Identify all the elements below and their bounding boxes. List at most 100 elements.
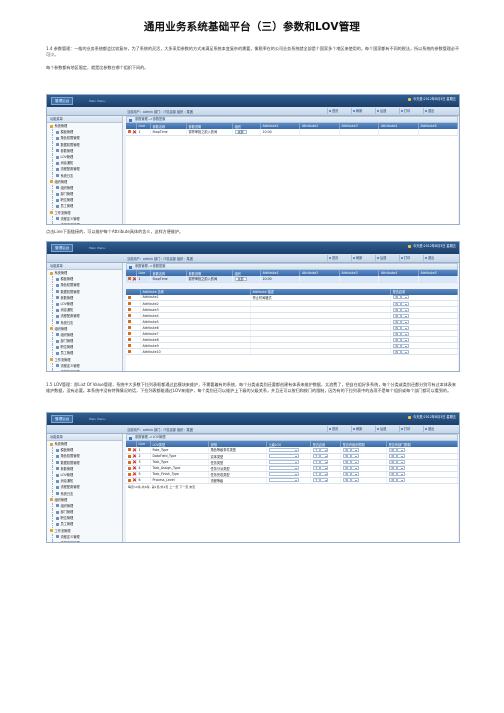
dept-limit-select[interactable]: N	[386, 477, 458, 484]
chevron-down-icon[interactable]	[320, 472, 329, 476]
sidebar-item[interactable]: 流程实例管理	[47, 369, 122, 371]
edit-icon[interactable]	[128, 302, 131, 305]
refresh-button[interactable]: 刷新	[351, 426, 373, 432]
edit-icon[interactable]	[128, 344, 131, 347]
edit-icon[interactable]	[128, 448, 131, 452]
chevron-down-icon[interactable]	[350, 460, 359, 464]
chevron-down-icon[interactable]	[400, 301, 409, 306]
chevron-down-icon[interactable]	[400, 295, 409, 300]
exit-button[interactable]: 退出	[423, 426, 445, 432]
delete-icon[interactable]	[133, 455, 136, 458]
page-icon	[56, 155, 59, 159]
chevron-down-icon[interactable]	[396, 472, 405, 476]
chevron-down-icon[interactable]	[396, 460, 405, 464]
chevron-down-icon[interactable]	[320, 454, 329, 458]
print-button[interactable]: 打印	[399, 108, 421, 114]
delete-icon[interactable]	[133, 448, 136, 451]
print-button[interactable]: 打印	[399, 426, 421, 432]
delete-icon[interactable]	[133, 277, 136, 280]
chevron-down-icon[interactable]	[400, 349, 409, 354]
chevron-down-icon[interactable]	[400, 325, 409, 330]
chevron-down-icon[interactable]	[268, 460, 299, 464]
chevron-down-icon[interactable]	[400, 343, 409, 348]
chevron-down-icon[interactable]	[268, 454, 299, 458]
chevron-down-icon[interactable]	[396, 447, 405, 452]
table-row[interactable]: 6 Process_Level 流程等级 Y N N	[126, 477, 458, 484]
chevron-down-icon[interactable]	[400, 331, 409, 336]
refresh-button[interactable]: 刷新	[351, 108, 373, 114]
chevron-down-icon[interactable]	[400, 313, 409, 318]
edit-icon[interactable]	[128, 454, 131, 458]
chevron-down-icon[interactable]	[400, 319, 409, 324]
edit-icon[interactable]	[128, 308, 131, 311]
chevron-down-icon[interactable]	[350, 454, 359, 458]
sidebar-tree: 系统管理 模板管理 角色权限管理 数据权限管理 参数管理 LOV管理 消息通知 流程配置管理系…	[47, 270, 122, 371]
line-link[interactable]: 1	[136, 129, 151, 136]
sidebar-item[interactable]: 流程实例管理	[47, 222, 122, 224]
back-button[interactable]: 后退	[375, 255, 397, 261]
chevron-down-icon[interactable]	[396, 478, 405, 482]
delete-icon[interactable]	[133, 467, 136, 470]
home-button[interactable]: 首页	[327, 108, 349, 114]
home-button[interactable]: 首页	[327, 255, 349, 261]
exit-button[interactable]: 退出	[423, 255, 445, 261]
chevron-down-icon[interactable]	[320, 478, 329, 482]
exit-button[interactable]: 退出	[423, 108, 445, 114]
table-row[interactable]: 1 StopTime 暂停审批之前入的间 总部 10:00	[126, 129, 458, 136]
chevron-down-icon[interactable]	[350, 466, 359, 470]
delete-icon[interactable]	[133, 473, 136, 476]
delete-icon[interactable]	[133, 461, 136, 464]
chevron-down-icon[interactable]	[268, 447, 299, 452]
back-button[interactable]: 后退	[375, 108, 397, 114]
line-link[interactable]: 6	[136, 477, 151, 484]
chevron-down-icon[interactable]	[350, 472, 359, 476]
attribute3-value	[339, 129, 379, 136]
pagination[interactable]: 每页10条,共6条, 第1页/共1页 上一页 下一页 末页	[126, 484, 458, 490]
org-limit-select[interactable]: N	[340, 477, 387, 484]
edit-icon[interactable]	[128, 295, 131, 299]
edit-icon[interactable]	[128, 350, 131, 353]
chevron-down-icon[interactable]	[268, 466, 299, 470]
edit-icon[interactable]	[128, 130, 131, 134]
print-button[interactable]: 打印	[399, 255, 421, 261]
page-icon	[56, 321, 59, 325]
table-row[interactable]: Attribute10 N	[126, 348, 458, 355]
enabled-select[interactable]: Y	[310, 477, 341, 484]
chevron-down-icon[interactable]	[400, 307, 409, 312]
sidebar-item-label: 流程实例管理	[60, 541, 80, 543]
attribute1-value: 10:00	[260, 129, 300, 136]
chevron-down-icon[interactable]	[320, 460, 329, 464]
chevron-down-icon[interactable]	[350, 478, 359, 482]
edit-icon[interactable]	[128, 332, 131, 335]
edit-icon[interactable]	[128, 472, 131, 476]
line-link[interactable]: 1	[136, 276, 151, 283]
edit-icon[interactable]	[128, 277, 131, 281]
parent-lov-select[interactable]	[266, 477, 311, 484]
edit-icon[interactable]	[128, 460, 131, 464]
back-button[interactable]: 后退	[375, 426, 397, 432]
enabled-select[interactable]: N	[390, 348, 458, 355]
chevron-down-icon[interactable]	[268, 472, 299, 476]
chevron-down-icon[interactable]	[400, 337, 409, 342]
chevron-down-icon[interactable]	[320, 447, 329, 452]
edit-icon[interactable]	[128, 314, 131, 317]
home-button[interactable]: 首页	[327, 426, 349, 432]
chevron-down-icon[interactable]	[396, 466, 405, 470]
edit-icon[interactable]	[128, 466, 131, 470]
sidebar-item[interactable]: 流程实例管理	[47, 540, 122, 543]
edit-icon[interactable]	[128, 320, 131, 323]
refresh-button[interactable]: 刷新	[351, 255, 373, 261]
delete-icon[interactable]	[133, 479, 136, 482]
chevron-down-icon[interactable]	[268, 478, 299, 482]
edit-icon[interactable]	[128, 478, 131, 482]
chevron-down-icon[interactable]	[350, 447, 359, 452]
edit-icon[interactable]	[128, 326, 131, 329]
table-row[interactable]: 1 StopTime 暂停审批之前入的间 总部 10:00	[126, 276, 458, 283]
org-select[interactable]: 总部	[232, 276, 261, 283]
chevron-down-icon[interactable]	[396, 454, 405, 458]
org-select[interactable]: 总部	[232, 129, 261, 136]
delete-icon[interactable]	[133, 130, 136, 133]
edit-icon[interactable]	[128, 338, 131, 341]
page-icon	[56, 461, 59, 465]
chevron-down-icon[interactable]	[320, 466, 329, 470]
